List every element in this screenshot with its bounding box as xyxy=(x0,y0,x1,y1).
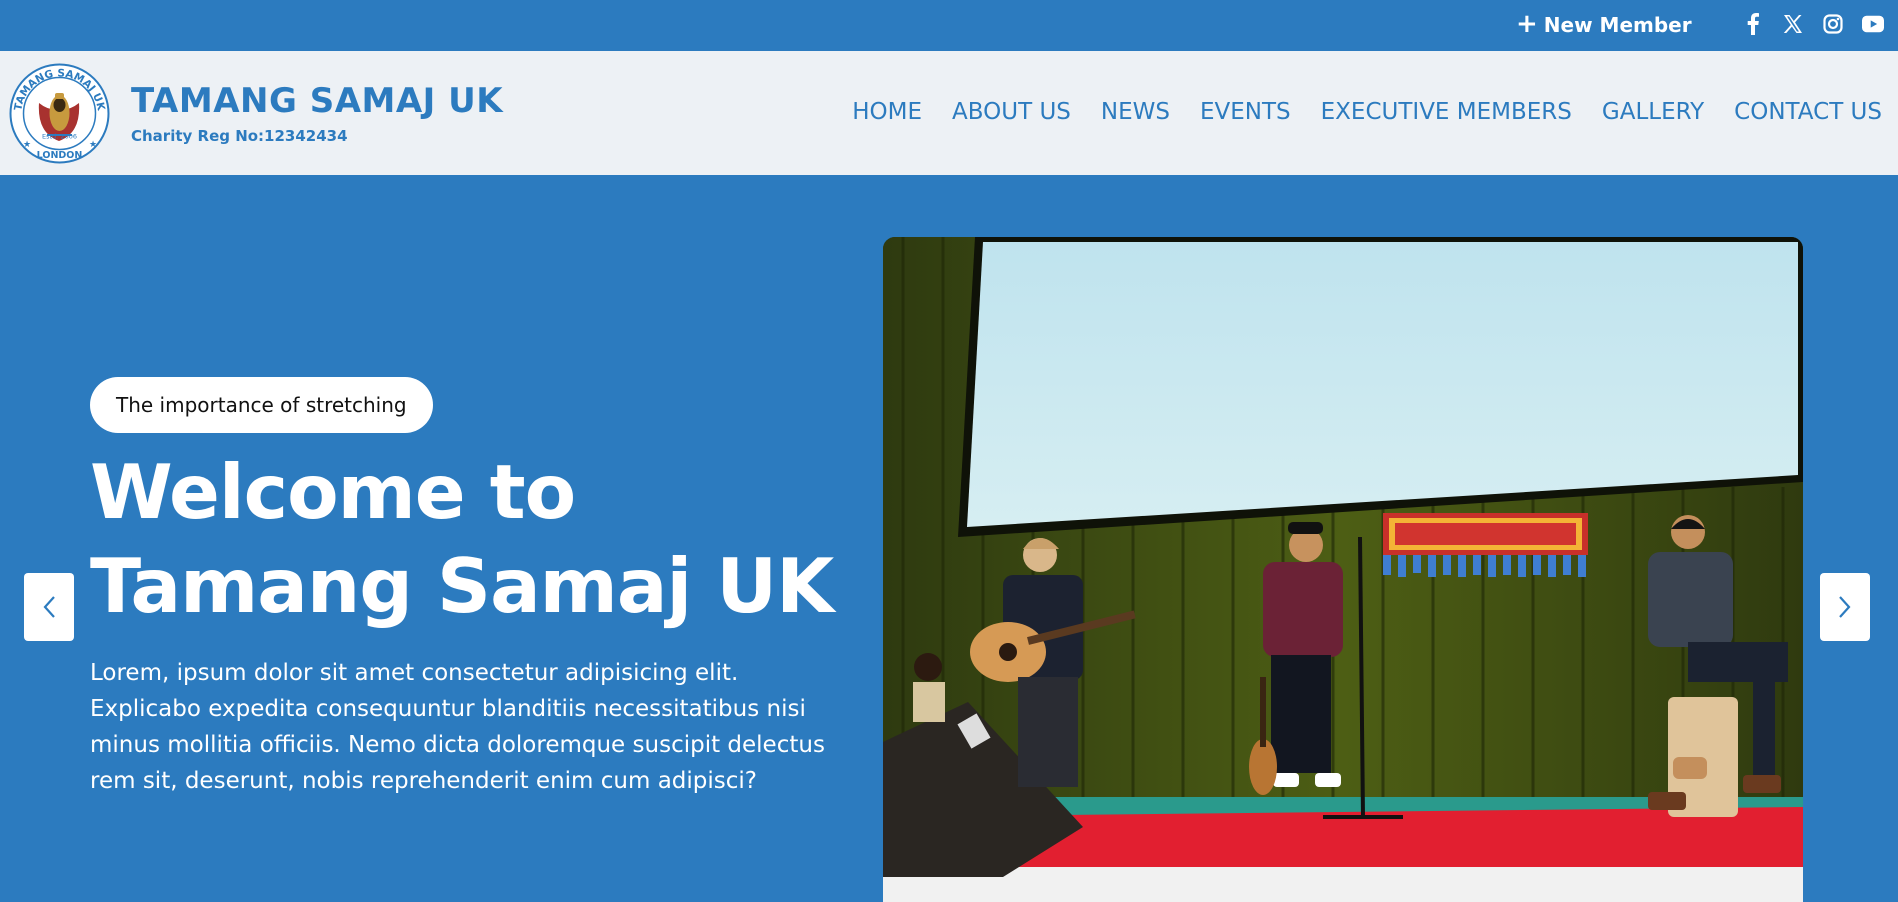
site-header: Estd: 2006 TAMANG SAMAJ UK LONDON ★ ★ TA… xyxy=(0,51,1898,175)
carousel-next-button[interactable] xyxy=(1820,573,1870,641)
x-icon[interactable] xyxy=(1782,13,1804,35)
nav-executive-members[interactable]: EXECUTIVE MEMBERS xyxy=(1321,99,1572,125)
new-member-label: New Member xyxy=(1543,13,1692,37)
top-bar: + New Member xyxy=(0,0,1898,51)
hero-title: Welcome to Tamang Samaj UK xyxy=(90,445,850,633)
logo-bottom-text: LONDON xyxy=(37,150,83,161)
nav-contact-us[interactable]: CONTACT US xyxy=(1734,99,1882,125)
nav-events[interactable]: EVENTS xyxy=(1200,99,1291,125)
main-nav: HOME ABOUT US NEWS EVENTS EXECUTIVE MEMB… xyxy=(822,99,1882,125)
chevron-right-icon xyxy=(1839,596,1851,618)
site-title[interactable]: TAMANG SAMAJ UK xyxy=(131,81,503,121)
star-icon: ★ xyxy=(23,139,31,149)
nav-about-us[interactable]: ABOUT US xyxy=(952,99,1071,125)
star-icon: ★ xyxy=(89,139,97,149)
social-links xyxy=(1742,13,1884,35)
chevron-left-icon xyxy=(43,596,55,618)
hero-title-line-2: Tamang Samaj UK xyxy=(90,542,834,630)
plus-icon: + xyxy=(1516,9,1538,39)
nav-gallery[interactable]: GALLERY xyxy=(1602,99,1704,125)
carousel-prev-button[interactable] xyxy=(24,573,74,641)
hero-description: Lorem, ipsum dolor sit amet consectetur … xyxy=(90,660,825,794)
youtube-icon[interactable] xyxy=(1862,13,1884,35)
facebook-icon[interactable] xyxy=(1742,13,1764,35)
new-member-button[interactable]: + New Member xyxy=(1516,11,1692,39)
logo-estd-text: Estd: 2006 xyxy=(42,133,77,141)
charity-reg: Charity Reg No:12342434 xyxy=(131,127,348,145)
nav-news[interactable]: NEWS xyxy=(1101,99,1170,125)
nav-home[interactable]: HOME xyxy=(852,99,922,125)
site-logo[interactable]: Estd: 2006 TAMANG SAMAJ UK LONDON ★ ★ xyxy=(9,63,110,164)
hero-image xyxy=(883,237,1803,902)
brand: TAMANG SAMAJ UK Charity Reg No:12342434 xyxy=(131,81,503,145)
hero-title-line-1: Welcome to xyxy=(90,448,576,536)
hero-tag: The importance of stretching xyxy=(90,377,433,433)
hero-carousel: The importance of stretching Welcome to … xyxy=(0,175,1898,902)
instagram-icon[interactable] xyxy=(1822,13,1844,35)
